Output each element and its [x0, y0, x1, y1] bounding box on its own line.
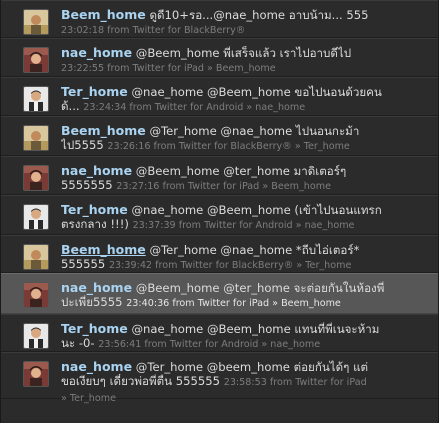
tweet-text: ดูดี10+รอ...@nae_home อาบน้าม... 555 [149, 8, 369, 22]
tweet-text-line: 555555 23:39:42 from Twitter for BlackBe… [61, 257, 430, 273]
avatar[interactable] [23, 204, 49, 230]
username-link[interactable]: nae_home [61, 164, 132, 178]
tweet-text: 5555555 [61, 178, 113, 192]
tweet-text: 555555 [61, 257, 106, 271]
tweet-text-line: 23:02:18 from Twitter for BlackBerry® [61, 22, 430, 38]
tweet-text-line: Ter_home @nae_home @Beem_home (เข้าไปนอน… [61, 203, 430, 217]
tweet-meta[interactable]: 23:37:39 from Twitter for Android » nae_… [133, 220, 355, 231]
avatar[interactable] [23, 86, 49, 112]
username-link[interactable]: nae_home [61, 360, 132, 374]
tweet-text: @nae_home @Beem_home ขอไปนอนด้วยคน [131, 85, 382, 99]
tweet-text-line: นะ -0- 23:56:41 from Twitter for Android… [61, 336, 430, 352]
avatar[interactable] [23, 323, 49, 349]
tweet-text: ตรงกลาง !!!) [61, 217, 129, 231]
tweet-text-line: Beem_home @Ter_home @nae_home *ถีบไอ่เตอ… [61, 243, 430, 257]
username-link[interactable]: Ter_home [61, 322, 128, 336]
tweet-meta[interactable]: 23:58:53 from Twitter for iPad [224, 377, 367, 388]
tweet-row[interactable]: Beem_home ดูดี10+รอ...@nae_home อาบน้าม.… [1, 0, 438, 38]
tweet-row[interactable]: nae_home @Beem_home พี่เสร็จแล้ว เราไปอา… [1, 38, 438, 77]
tweet-text: @nae_home @Beem_home แทนที่พี่เนจะห้าม [131, 322, 380, 336]
tweet-text: @Ter_home @beem_home ต่อยกันได้ๆ แต่ [135, 360, 369, 374]
tweet-text-line: nae_home @Beem_home @ter_home จะต่อยกันใ… [61, 281, 430, 295]
tweet-meta[interactable]: 23:27:16 from Twitter for iPad » Beem_ho… [116, 181, 331, 192]
tweet-row[interactable]: nae_home @Beem_home @ter_home มาดิเตอร์ๆ… [1, 156, 438, 195]
tweet-text-line: ตรงกลาง !!!) 23:37:39 from Twitter for A… [61, 217, 430, 233]
tweet-row[interactable]: Beem_home @Ter_home @nae_home ไปนอนกะม้า… [1, 116, 438, 156]
tweet-meta[interactable]: » Ter_home [61, 393, 116, 404]
tweet-row[interactable]: Beem_home @Ter_home @nae_home *ถีบไอ่เตอ… [1, 235, 438, 273]
tweet-text-line: » Ter_home [61, 390, 430, 406]
tweet-row[interactable]: nae_home @Ter_home @beem_home ต่อยกันได้… [1, 352, 438, 404]
tweet-meta[interactable]: 23:56:41 from Twitter for Android » nae_… [98, 339, 320, 350]
avatar[interactable] [23, 125, 49, 151]
avatar[interactable] [23, 361, 49, 387]
tweet-meta[interactable]: 23:24:34 from Twitter for Android » nae_… [83, 102, 305, 113]
tweet-row[interactable]: Ter_home @nae_home @Beem_home ขอไปนอนด้ว… [1, 77, 438, 116]
tweet-text-line: ด้... 23:24:34 from Twitter for Android … [61, 99, 430, 115]
username-link[interactable]: Beem_home [61, 8, 146, 22]
username-link[interactable]: Beem_home [61, 124, 146, 138]
tweet-text-line: 5555555 23:27:16 from Twitter for iPad »… [61, 178, 430, 194]
username-link[interactable]: Ter_home [61, 203, 128, 217]
tweet-text-line: ไป5555 23:26:16 from Twitter for BlackBe… [61, 138, 430, 154]
tweet-text-line: nae_home @Ter_home @beem_home ต่อยกันได้… [61, 360, 430, 374]
tweet-text-line: ปะเพี่ย5555 23:40:36 from Twitter for iP… [61, 295, 430, 311]
tweet-text-line: Ter_home @nae_home @Beem_home ขอไปนอนด้ว… [61, 85, 430, 99]
tweet-text: ไป5555 [61, 138, 104, 152]
tweet-text: ปะเพี่ย5555 [61, 295, 123, 309]
tweet-text-line: Ter_home @nae_home @Beem_home แทนที่พี่เ… [61, 322, 430, 336]
avatar[interactable] [23, 244, 49, 270]
tweet-text: นะ -0- [61, 336, 95, 350]
tweet-text-line: Beem_home ดูดี10+รอ...@nae_home อาบน้าม.… [61, 8, 430, 22]
tweet-text-line: ขอเงียบๆ เดี๋ยวพ่อพี่ตื่น 555555 23:58:5… [61, 374, 430, 390]
tweet-row[interactable]: nae_home @Beem_home @ter_home จะต่อยกันใ… [1, 273, 438, 314]
username-link[interactable]: Ter_home [61, 85, 128, 99]
tweet-text-line: nae_home @Beem_home พี่เสร็จแล้ว เราไปอา… [61, 46, 430, 60]
username-link[interactable]: Beem_home [61, 243, 146, 257]
tweet-text-line: Beem_home @Ter_home @nae_home ไปนอนกะม้า [61, 124, 430, 138]
tweet-meta[interactable]: 23:39:42 from Twitter for BlackBerry® » … [109, 260, 351, 271]
tweet-text-line: nae_home @Beem_home @ter_home มาดิเตอร์ๆ [61, 164, 430, 178]
tweet-text: @Beem_home @ter_home มาดิเตอร์ๆ [135, 164, 347, 178]
tweet-meta[interactable]: 23:40:36 from Twitter for iPad » Beem_ho… [126, 298, 341, 309]
tweet-text: @Ter_home @nae_home *ถีบไอ่เตอร์* [149, 243, 360, 257]
tweet-row[interactable]: Ter_home @nae_home @Beem_home แทนที่พี่เ… [1, 314, 438, 352]
username-link[interactable]: nae_home [61, 46, 132, 60]
tweet-meta[interactable]: 23:26:16 from Twitter for BlackBerry® » … [107, 141, 349, 152]
tweet-meta[interactable]: 23:02:18 from Twitter for BlackBerry® [61, 25, 245, 36]
tweet-text-line: 23:22:55 from Twitter for iPad » Beem_ho… [61, 60, 430, 76]
tweet-meta[interactable]: 23:22:55 from Twitter for iPad » Beem_ho… [61, 63, 276, 74]
tweet-text: ขอเงียบๆ เดี๋ยวพ่อพี่ตื่น 555555 [61, 374, 221, 388]
tweet-text: @Ter_home @nae_home ไปนอนกะม้า [149, 124, 360, 138]
tweet-row[interactable]: Ter_home @nae_home @Beem_home (เข้าไปนอน… [1, 195, 438, 235]
tweet-text: @Beem_home @ter_home จะต่อยกันในห้องพี่ [135, 281, 385, 295]
avatar[interactable] [23, 47, 49, 73]
avatar[interactable] [23, 282, 49, 308]
avatar[interactable] [23, 165, 49, 191]
tweet-text: ด้... [61, 99, 80, 113]
avatar[interactable] [23, 9, 49, 35]
tweet-text: @nae_home @Beem_home (เข้าไปนอนแทรก [131, 203, 382, 217]
tweet-text: @Beem_home พี่เสร็จแล้ว เราไปอาบดีไป [135, 46, 352, 60]
tweet-timeline: Beem_home ดูดี10+รอ...@nae_home อาบน้าม.… [0, 0, 439, 423]
username-link[interactable]: nae_home [61, 281, 132, 295]
